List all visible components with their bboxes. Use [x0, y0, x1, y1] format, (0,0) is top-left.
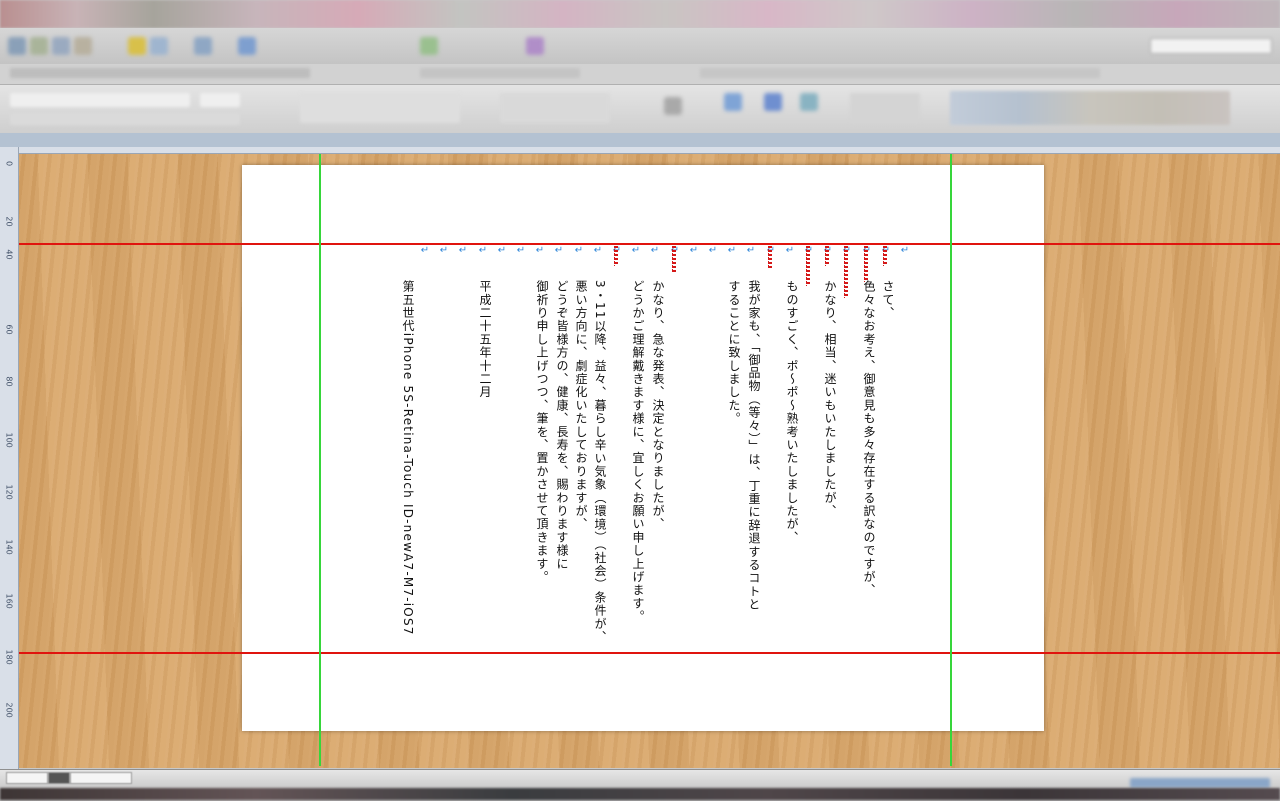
ruler-label: 60 [4, 324, 14, 335]
horizontal-ruler [18, 147, 1280, 154]
spellcheck-underline [844, 246, 848, 298]
top-margin-guide [19, 243, 1280, 245]
view-tab[interactable] [48, 772, 70, 784]
paragraph-mark-icon: ↵ [593, 245, 603, 256]
text-column[interactable]: ものすごく、ポ～ポ～熟考いたしましたが、 [784, 280, 800, 544]
ruler-label: 120 [4, 484, 14, 500]
toolbar-icon[interactable] [30, 37, 48, 55]
view-tab[interactable] [6, 772, 48, 784]
text-column[interactable]: さて、 [880, 280, 896, 320]
list-icon[interactable] [724, 93, 742, 111]
text-column[interactable]: 我が家も、「御品物（等々）」は、丁重に辞退するコトと [746, 280, 762, 611]
paragraph-mark-icon: ↵ [708, 245, 718, 256]
dock-strip [0, 788, 1280, 800]
ruler-label: 40 [4, 249, 14, 260]
toolbar-icon[interactable] [238, 37, 256, 55]
text-column[interactable]: かなり、相当、迷いもいたしましたが、 [822, 280, 838, 518]
formatting-ribbon [0, 85, 1280, 134]
zoom-control[interactable] [1130, 778, 1270, 788]
toolbar-field[interactable] [1150, 38, 1272, 54]
spellcheck-underline [614, 246, 618, 266]
text-column[interactable]: どうかご理解戴きます様に、宜しくお願い申し上げます。 [630, 280, 646, 623]
left-margin-guide [319, 154, 321, 766]
secondary-toolbar [0, 64, 1280, 85]
ruler-label: 20 [4, 216, 14, 227]
paragraph-mark-icon: ↵ [458, 245, 468, 256]
spellcheck-underline [825, 246, 829, 266]
paragraph-mark-icon: ↵ [785, 245, 795, 256]
paragraph-mark-icon: ↵ [900, 245, 910, 256]
spellcheck-underline [672, 246, 676, 272]
paragraph-mark-icon: ↵ [631, 245, 641, 256]
ruler-label: 140 [4, 539, 14, 555]
toolbar-icon[interactable] [526, 37, 544, 55]
toolbar-icon[interactable] [128, 37, 146, 55]
font-size-field[interactable] [200, 93, 240, 107]
ruler-label: 100 [4, 432, 14, 448]
paragraph-mark-icon: ↵ [535, 245, 545, 256]
view-tab[interactable] [70, 772, 132, 784]
paragraph-mark-icon: ↵ [727, 245, 737, 256]
paragraph-mark-icon: ↵ [439, 245, 449, 256]
spellcheck-underline [806, 246, 810, 286]
text-column[interactable]: 色々なお考え、御意見も多々存在する訳なのですが、 [861, 280, 877, 597]
style-gallery[interactable] [950, 91, 1230, 125]
paragraph-mark-icon: ↵ [746, 245, 756, 256]
paragraph-mark-icon: ↵ [420, 245, 430, 256]
toolbar-icon[interactable] [150, 37, 168, 55]
spellcheck-underline [768, 246, 772, 268]
paragraph-mark-icon: ↵ [689, 245, 699, 256]
bottom-margin-guide [19, 652, 1280, 654]
text-column[interactable]: 悪い方向に、劇症化いたしておりますが、 [573, 280, 589, 531]
text-column[interactable]: かなり、急な発表、決定となりましたが、 [650, 280, 666, 531]
ribbon-tab-strip [0, 133, 1280, 147]
ruler-label: 0 [4, 160, 14, 167]
paragraph-mark-icon: ↵ [516, 245, 526, 256]
text-column[interactable]: 御祈り申し上げつつ、筆を、置かさせて頂きます。 [534, 280, 550, 584]
paragraph-mark-icon: ↵ [478, 245, 488, 256]
text-column[interactable]: 第五世代iPhone 5S-Retina-Touch ID-newA7-M7-i… [400, 280, 416, 636]
spellcheck-underline [864, 246, 868, 282]
window-titlebar [0, 0, 1280, 28]
text-column[interactable]: 3・11以降、益々、暮らし辛い気象（環境）（社会）条件が、 [592, 280, 608, 644]
list-icon[interactable] [764, 93, 782, 111]
paragraph-mark-icon: ↵ [574, 245, 584, 256]
paragraph-mark-icon: ↵ [554, 245, 564, 256]
toolbar-icon[interactable] [74, 37, 92, 55]
ruler-label: 80 [4, 376, 14, 387]
standard-toolbar [0, 28, 1280, 65]
right-margin-guide [950, 154, 952, 766]
ruler-label: 160 [4, 593, 14, 609]
text-column[interactable]: どうぞ皆様方の、健康、長寿を、賜わります様に [554, 280, 570, 570]
align-icon[interactable] [664, 97, 682, 115]
toolbar-icon[interactable] [420, 37, 438, 55]
indent-icon[interactable] [800, 93, 818, 111]
ruler-label: 180 [4, 649, 14, 665]
toolbar-icon[interactable] [194, 37, 212, 55]
paragraph-mark-icon: ↵ [497, 245, 507, 256]
vertical-ruler: 0 20 40 60 80 100 120 140 160 180 200 [0, 147, 19, 769]
toolbar-icon[interactable] [8, 37, 26, 55]
text-column[interactable]: 平成二十五年十二月 [477, 280, 493, 399]
font-name-field[interactable] [10, 93, 190, 107]
text-column[interactable]: することに致しました。 [726, 280, 742, 425]
ruler-label: 200 [4, 702, 14, 718]
spellcheck-underline [883, 246, 887, 266]
paragraph-mark-icon: ↵ [650, 245, 660, 256]
toolbar-icon[interactable] [52, 37, 70, 55]
